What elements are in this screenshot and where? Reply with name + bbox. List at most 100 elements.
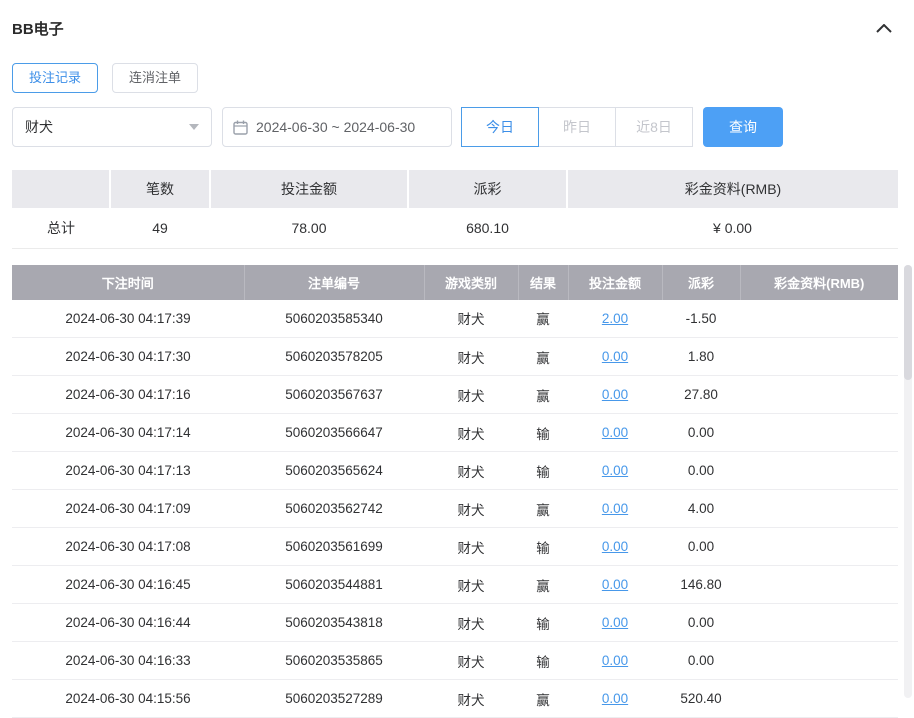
summary-total-payout: 680.10	[408, 208, 567, 248]
cell-payout: -1.50	[662, 300, 740, 338]
cell-bet-amount: 0.00	[568, 414, 662, 452]
cell-payout: 1.80	[662, 338, 740, 376]
cell-order-number: 5060203527289	[244, 680, 424, 718]
summary-total-label: 总计	[12, 208, 110, 248]
cell-bonus	[740, 680, 898, 718]
cell-bonus	[740, 566, 898, 604]
records-header-result: 结果	[518, 265, 568, 300]
cell-bet-amount: 0.00	[568, 642, 662, 680]
cell-game-type: 财犬	[424, 566, 518, 604]
tab-bet-records[interactable]: 投注记录	[12, 63, 98, 93]
cell-order-number: 5060203578205	[244, 338, 424, 376]
quick-yesterday-button[interactable]: 昨日	[538, 107, 616, 147]
cell-result: 输	[518, 642, 568, 680]
summary-header-bet-amount: 投注金额	[210, 170, 408, 208]
cell-bet-time: 2024-06-30 04:17:39	[12, 300, 244, 338]
summary-total-bonus: ¥ 0.00	[567, 208, 898, 248]
cell-game-type: 财犬	[424, 490, 518, 528]
date-range-value: 2024-06-30 ~ 2024-06-30	[256, 119, 415, 135]
bet-amount-link[interactable]: 0.00	[602, 463, 628, 478]
table-row: 2024-06-30 04:16:45 5060203544881 财犬 赢 0…	[12, 566, 898, 604]
bet-amount-link[interactable]: 0.00	[602, 615, 628, 630]
quick-date-group: 今日 昨日 近8日	[461, 107, 693, 147]
bet-amount-link[interactable]: 0.00	[602, 653, 628, 668]
summary-total-count: 49	[110, 208, 210, 248]
bet-amount-link[interactable]: 0.00	[602, 691, 628, 706]
cell-result: 赢	[518, 490, 568, 528]
table-row: 2024-06-30 04:17:16 5060203567637 财犬 赢 0…	[12, 376, 898, 414]
bet-amount-link[interactable]: 0.00	[602, 425, 628, 440]
cell-payout: 0.00	[662, 452, 740, 490]
quick-today-button[interactable]: 今日	[461, 107, 539, 147]
summary-table: 笔数 投注金额 派彩 彩金资料(RMB) 总计 49 78.00 680.10 …	[12, 170, 898, 249]
cell-result: 输	[518, 604, 568, 642]
cell-bet-amount: 0.00	[568, 338, 662, 376]
cell-game-type: 财犬	[424, 680, 518, 718]
cell-order-number: 5060203585340	[244, 300, 424, 338]
records-header-order-number: 注单编号	[244, 265, 424, 300]
cell-payout: 520.40	[662, 680, 740, 718]
cell-result: 赢	[518, 376, 568, 414]
cell-result: 输	[518, 414, 568, 452]
table-row: 2024-06-30 04:15:56 5060203527289 财犬 赢 0…	[12, 680, 898, 718]
cell-bet-amount: 0.00	[568, 604, 662, 642]
cell-bonus	[740, 338, 898, 376]
search-button[interactable]: 查询	[703, 107, 783, 147]
cell-order-number: 5060203535865	[244, 642, 424, 680]
bet-amount-link[interactable]: 0.00	[602, 387, 628, 402]
cell-bonus	[740, 376, 898, 414]
summary-header-count: 笔数	[110, 170, 210, 208]
date-range-input[interactable]: 2024-06-30 ~ 2024-06-30	[222, 107, 452, 147]
cell-game-type: 财犬	[424, 376, 518, 414]
bet-amount-link[interactable]: 0.00	[602, 539, 628, 554]
cell-order-number: 5060203544881	[244, 566, 424, 604]
bet-amount-link[interactable]: 0.00	[602, 349, 628, 364]
game-select[interactable]: 财犬	[12, 107, 212, 147]
summary-total-row: 总计 49 78.00 680.10 ¥ 0.00	[12, 208, 898, 248]
cell-order-number: 5060203565624	[244, 452, 424, 490]
cell-bet-time: 2024-06-30 04:16:44	[12, 604, 244, 642]
bet-amount-link[interactable]: 0.00	[602, 577, 628, 592]
cell-bet-amount: 0.00	[568, 452, 662, 490]
table-row: 2024-06-30 04:17:39 5060203585340 财犬 赢 2…	[12, 300, 898, 338]
cell-bet-amount: 0.00	[568, 680, 662, 718]
records-header-payout: 派彩	[662, 265, 740, 300]
cell-result: 赢	[518, 566, 568, 604]
summary-header-blank	[12, 170, 110, 208]
table-row: 2024-06-30 04:16:33 5060203535865 财犬 输 0…	[12, 642, 898, 680]
records-header-bet-amount: 投注金额	[568, 265, 662, 300]
cell-bet-time: 2024-06-30 04:17:14	[12, 414, 244, 452]
cell-game-type: 财犬	[424, 642, 518, 680]
cell-bonus	[740, 414, 898, 452]
cell-bonus	[740, 490, 898, 528]
cell-bet-amount: 0.00	[568, 566, 662, 604]
table-scrollbar[interactable]	[904, 265, 912, 698]
tab-cancelled-orders[interactable]: 连消注单	[112, 63, 198, 93]
cell-payout: 0.00	[662, 642, 740, 680]
summary-total-bet-amount: 78.00	[210, 208, 408, 248]
cell-order-number: 5060203561699	[244, 528, 424, 566]
quick-last8days-button[interactable]: 近8日	[615, 107, 693, 147]
cell-bonus	[740, 452, 898, 490]
cell-game-type: 财犬	[424, 452, 518, 490]
cell-bet-time: 2024-06-30 04:17:16	[12, 376, 244, 414]
summary-header-bonus: 彩金资料(RMB)	[567, 170, 898, 208]
summary-header-payout: 派彩	[408, 170, 567, 208]
collapse-chevron-up-icon[interactable]	[876, 24, 892, 33]
cell-game-type: 财犬	[424, 338, 518, 376]
cell-bet-time: 2024-06-30 04:16:45	[12, 566, 244, 604]
records-header-bet-time: 下注时间	[12, 265, 244, 300]
cell-payout: 4.00	[662, 490, 740, 528]
tab-bar: 投注记录 连消注单	[12, 63, 902, 93]
cell-payout: 146.80	[662, 566, 740, 604]
bet-amount-link[interactable]: 2.00	[602, 311, 628, 326]
table-row: 2024-06-30 04:17:14 5060203566647 财犬 输 0…	[12, 414, 898, 452]
cell-result: 输	[518, 528, 568, 566]
scrollbar-thumb[interactable]	[904, 265, 912, 380]
table-row: 2024-06-30 04:17:09 5060203562742 财犬 赢 0…	[12, 490, 898, 528]
bet-amount-link[interactable]: 0.00	[602, 501, 628, 516]
cell-order-number: 5060203566647	[244, 414, 424, 452]
cell-game-type: 财犬	[424, 528, 518, 566]
cell-bonus	[740, 300, 898, 338]
cell-order-number: 5060203562742	[244, 490, 424, 528]
